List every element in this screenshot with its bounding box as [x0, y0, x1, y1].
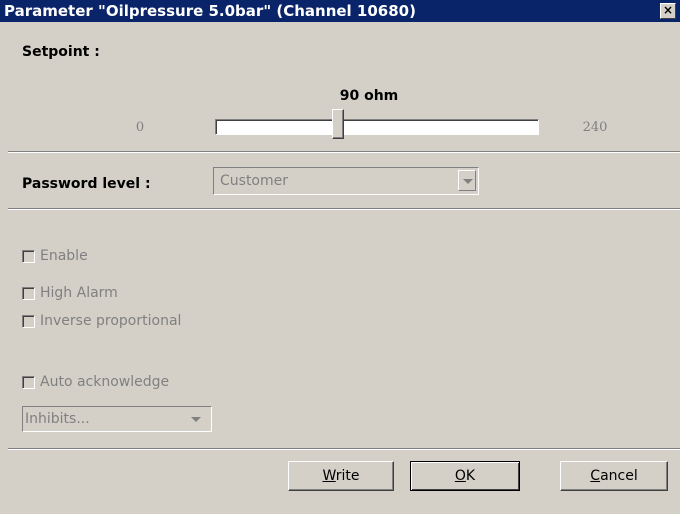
title-bar[interactable]: Parameter "Oilpressure 5.0bar" (Channel …: [0, 0, 680, 22]
chevron-down-icon: [463, 179, 473, 184]
ok-mnemonic: O: [454, 468, 466, 484]
password-level-dropdown-button[interactable]: [458, 170, 476, 191]
setpoint-max-label: 240: [582, 120, 608, 135]
password-level-label: Password level :: [22, 176, 151, 192]
high-alarm-label: High Alarm: [40, 285, 118, 301]
password-level-value: Customer: [220, 173, 289, 189]
setpoint-slider-thumb[interactable]: [332, 109, 344, 139]
password-level-select[interactable]: Customer: [213, 167, 479, 195]
write-button[interactable]: Write: [288, 461, 394, 491]
ok-label: K: [465, 468, 476, 484]
auto-acknowledge-label: Auto acknowledge: [40, 374, 170, 390]
enable-checkbox[interactable]: [22, 250, 35, 263]
high-alarm-checkbox[interactable]: [22, 287, 35, 300]
chevron-down-icon: [191, 417, 201, 422]
write-label: rite: [335, 468, 360, 484]
cancel-button[interactable]: Cancel: [560, 461, 668, 491]
setpoint-min-label: 0: [135, 120, 145, 135]
cancel-label: ancel: [600, 468, 638, 484]
inverse-proportional-label: Inverse proportional: [40, 313, 182, 329]
setpoint-value-readout: 90 ohm: [339, 88, 399, 104]
write-mnemonic: W: [322, 468, 336, 484]
ok-button[interactable]: OK: [410, 461, 520, 491]
separator: [8, 208, 680, 210]
cancel-mnemonic: C: [590, 468, 601, 484]
close-icon: ×: [662, 3, 674, 17]
inhibits-select[interactable]: Inhibits...: [22, 406, 212, 432]
inverse-proportional-checkbox[interactable]: [22, 315, 35, 328]
window-title: Parameter "Oilpressure 5.0bar" (Channel …: [4, 2, 416, 20]
auto-acknowledge-checkbox[interactable]: [22, 376, 35, 389]
inhibits-value: Inhibits...: [25, 411, 90, 427]
setpoint-slider-track[interactable]: [215, 119, 539, 135]
enable-label: Enable: [40, 248, 88, 264]
parameter-dialog: Parameter "Oilpressure 5.0bar" (Channel …: [0, 0, 680, 514]
separator: [8, 151, 680, 153]
close-button[interactable]: ×: [660, 3, 676, 19]
setpoint-label: Setpoint :: [22, 44, 100, 60]
separator: [8, 448, 680, 450]
